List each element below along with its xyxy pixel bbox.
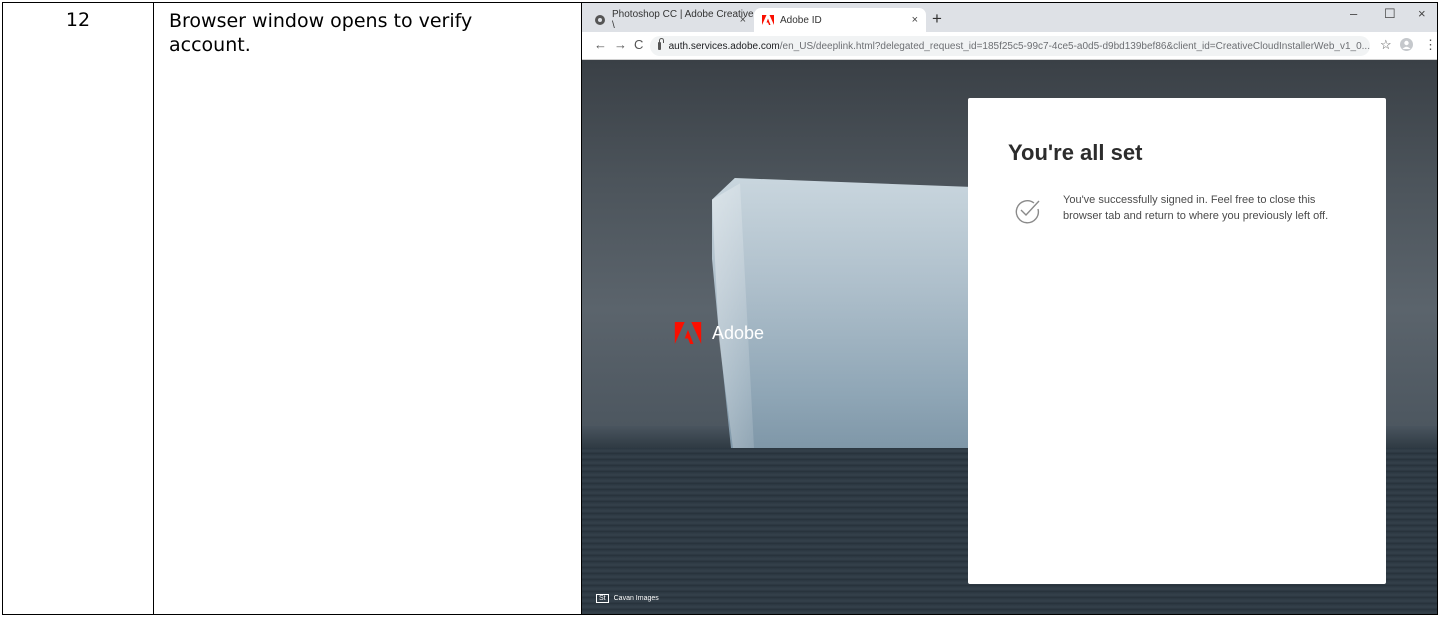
image-credit: St Cavan Images [596,594,659,603]
bookmark-star-icon[interactable]: ☆ [1380,37,1392,53]
tab-adobe-id[interactable]: Adobe ID × [754,8,926,32]
forward-button[interactable]: → [614,37,627,52]
adobe-favicon-icon [762,14,774,26]
tab-title: Photoshop CC | Adobe Creative \ [612,9,754,31]
tab-title: Adobe ID [780,14,822,26]
card-title: You're all set [1008,140,1143,165]
url-path: /en_US/deeplink.html?delegated_request_i… [779,40,1370,52]
adobe-logo-icon [674,322,702,344]
tab-bar: Photoshop CC | Adobe Creative \ × Adobe … [582,3,1437,32]
browser-screenshot: Photoshop CC | Adobe Creative \ × Adobe … [582,3,1437,614]
new-tab-button[interactable]: + [932,8,942,30]
window-close-button[interactable]: × [1418,6,1426,21]
maximize-button[interactable]: ☐ [1384,6,1396,22]
minimize-button[interactable]: – [1350,6,1357,21]
lock-icon [658,38,664,50]
close-icon[interactable]: × [740,14,746,26]
step-number: 12 [65,9,91,31]
close-icon[interactable]: × [912,14,918,26]
column-divider [153,3,154,614]
adobe-stock-badge: St [596,594,609,603]
page-viewport: Adobe St Cavan Images You're all set You… [582,60,1437,614]
checkmark-circle-icon [1015,200,1040,224]
photoshop-favicon-icon [594,14,606,26]
adobe-brand: Adobe [674,322,764,344]
address-bar[interactable]: auth.services.adobe.com /en_US/deeplink.… [650,36,1370,56]
profile-avatar-icon[interactable] [1400,38,1413,54]
adobe-wordmark: Adobe [712,322,765,343]
image-credit-name: Cavan Images [613,595,659,602]
reload-button[interactable]: C [634,37,643,52]
url-host: auth.services.adobe.com [668,40,780,52]
menu-kebab-icon[interactable]: ⋮ [1424,37,1437,53]
signin-success-card: You're all set You've successfully signe… [968,98,1386,584]
step-description: Browser window opens to verify account. [169,10,473,56]
card-message: You've successfully signed in. Feel free… [1063,194,1329,222]
browser-toolbar: ← → C auth.services.adobe.com /en_US/dee… [582,32,1437,60]
back-button[interactable]: ← [594,37,607,52]
tab-photoshop[interactable]: Photoshop CC | Adobe Creative \ × [586,8,754,32]
